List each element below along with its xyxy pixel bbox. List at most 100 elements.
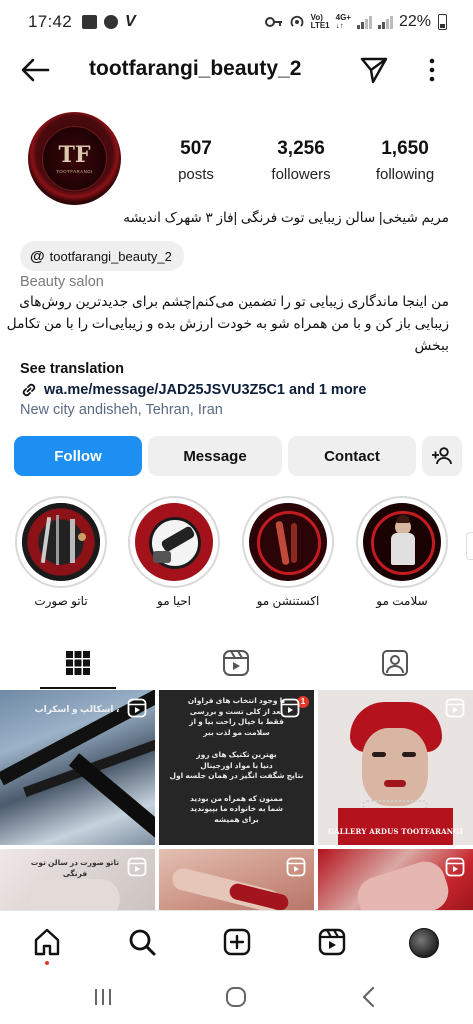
media-notification-icon [104,15,119,29]
reels-nav-icon[interactable] [317,927,347,957]
add-user-icon [432,447,452,465]
bottom-nav [0,910,473,972]
stat-following-label: following [375,166,435,183]
post-caption-text: GALLERY ARDUS TOOTFARANGI [327,827,464,836]
post-text-line: فقط با خیال راحت بیا و از [189,717,284,726]
profile-avatar[interactable]: TF TOOTFARANGI [28,112,121,205]
post-thumbnail[interactable]: GALLERY ARDUS TOOTFARANGI [318,690,473,845]
reel-badge-icon [445,857,465,877]
profile-username-title: tootfarangi_beauty_2 [89,57,302,80]
suggested-users-button[interactable] [422,436,462,476]
reels-icon [223,650,249,676]
profile-link-text: wa.me/message/JAD25JSVU3Z5C1 and 1 more [44,382,367,398]
highlight-hair-revival[interactable]: احیا مو [128,496,220,608]
profile-actions: Follow Message Contact [14,436,462,476]
home-notification-dot [45,961,49,965]
stat-followers[interactable]: 3,256 followers [255,138,347,183]
stat-followers-value: 3,256 [277,138,325,159]
follow-button[interactable]: Follow [14,436,142,476]
status-right: Vo) LTE1 4G+ ↓↑ 22% [264,13,447,31]
tab-reels[interactable] [176,636,296,690]
highlight-cover-image [363,503,441,581]
post-thumbnail[interactable] [159,849,314,910]
bio-line: زیبایی باز کن و با من همراه شو به خودت ا… [6,316,449,331]
message-button[interactable]: Message [148,436,282,476]
bio-line: من اینجا ماندگاری زیبایی تو را تضمین می‌… [19,294,449,309]
post-text-line: ممنون که همراه من بودید [190,793,283,803]
battery-icon [438,14,447,30]
highlight-label: احیا مو [157,594,191,608]
highlight-ring [242,496,334,588]
profile-category: Beauty salon [20,274,104,290]
profile-nav-avatar[interactable] [409,928,439,958]
highlight-cover-image [22,503,100,581]
post-text-line: دنیا با مواد اورجینال [200,760,273,770]
threads-handle: tootfarangi_beauty_2 [49,248,172,264]
highlight-hair-extension[interactable]: اکستنشن مو [242,496,334,608]
battery-percent: 22% [398,13,431,30]
stat-posts-label: posts [178,166,214,183]
back-arrow-icon[interactable] [20,56,50,84]
profile-tabs [0,636,473,690]
see-translation-link[interactable]: See translation [20,361,124,377]
bio-line: ببخش [414,338,450,353]
profile-location[interactable]: New city andisheh, Tehran, Iran [20,402,223,418]
post-thumbnail[interactable] [318,849,473,910]
stat-followers-label: followers [271,166,331,183]
search-icon[interactable] [127,927,157,957]
home-icon[interactable] [32,927,62,957]
post-text-line: شما به خانواده ما بپیوندید [190,804,283,813]
share-send-icon[interactable] [359,55,389,85]
post-thumbnail[interactable]: با وجود انتخاب های فراوان بعد از کلی تست… [159,690,314,845]
highlight-label: سلامت مو [376,594,428,608]
tab-tagged[interactable] [335,636,455,690]
story-highlights: تاتو صورت احیا مو اکستنشن مو سلامت مو [0,496,473,616]
stat-posts[interactable]: 507 posts [154,138,238,183]
post-text-line: برای همیشه [214,814,259,824]
post-caption-text: تاتو صورت در سالن توت فرنگی [30,858,120,878]
highlight-ring [15,496,107,588]
highlight-label: تاتو صورت [34,594,88,608]
profile-bio: من اینجا ماندگاری زیبایی تو را تضمین می‌… [6,291,450,357]
reel-badge-icon [286,857,306,877]
signal-icon-1 [356,15,372,29]
lte-indicator: 4G+ ↓↑ [336,14,351,30]
avatar-logo-mark: TF [58,141,91,168]
gallery-notification-icon [82,15,98,29]
highlight-hair-health[interactable]: سلامت مو [356,496,448,608]
post-thumbnail[interactable]: ، اسکالپ و اسکراب [0,690,155,845]
volte-indicator: Vo) LTE1 [311,14,330,30]
system-nav-bar [0,972,473,1024]
create-post-icon[interactable] [222,927,252,957]
stat-following-value: 1,650 [381,138,429,159]
post-thumbnail[interactable]: تاتو صورت در سالن توت فرنگی [0,849,155,910]
highlight-ring [356,496,448,588]
stat-posts-value: 507 [180,138,212,159]
avatar-logo-badge: TF TOOTFARANGI [42,126,107,191]
data-arrows-icon: ↓↑ [335,21,344,30]
back-system-icon[interactable] [354,984,384,1010]
profile-display-name: مریم شیخی| سالن زیبایی توت فرنگی |فاز ۳ … [123,210,449,225]
highlight-cover-image [135,503,213,581]
contact-button[interactable]: Contact [288,436,416,476]
recent-apps-icon[interactable] [88,984,118,1010]
highlight-face-tattoo[interactable]: تاتو صورت [15,496,107,608]
home-system-icon[interactable] [221,984,251,1010]
highlight-cover-image [249,503,327,581]
active-tab-indicator [40,687,116,689]
profile-link[interactable]: wa.me/message/JAD25JSVU3Z5C1 and 1 more [20,381,366,399]
highlight-next-peek [466,532,473,560]
post-text-line: نتایج شگفت انگیز در همان جلسه اول [169,771,304,780]
status-time: 17:42 [28,12,73,31]
reel-badge-icon [127,698,147,718]
reel-badge-icon [127,857,147,877]
more-options-icon[interactable] [420,56,444,84]
top-nav: tootfarangi_beauty_2 [0,44,473,96]
highlight-ring [128,496,220,588]
threads-badge[interactable]: @ tootfarangi_beauty_2 [20,241,184,271]
stat-following[interactable]: 1,650 following [360,138,450,183]
threads-icon: @ [30,247,45,265]
status-left: 17:42 V [28,12,136,32]
key-icon [264,17,282,27]
tab-grid[interactable] [18,636,138,690]
